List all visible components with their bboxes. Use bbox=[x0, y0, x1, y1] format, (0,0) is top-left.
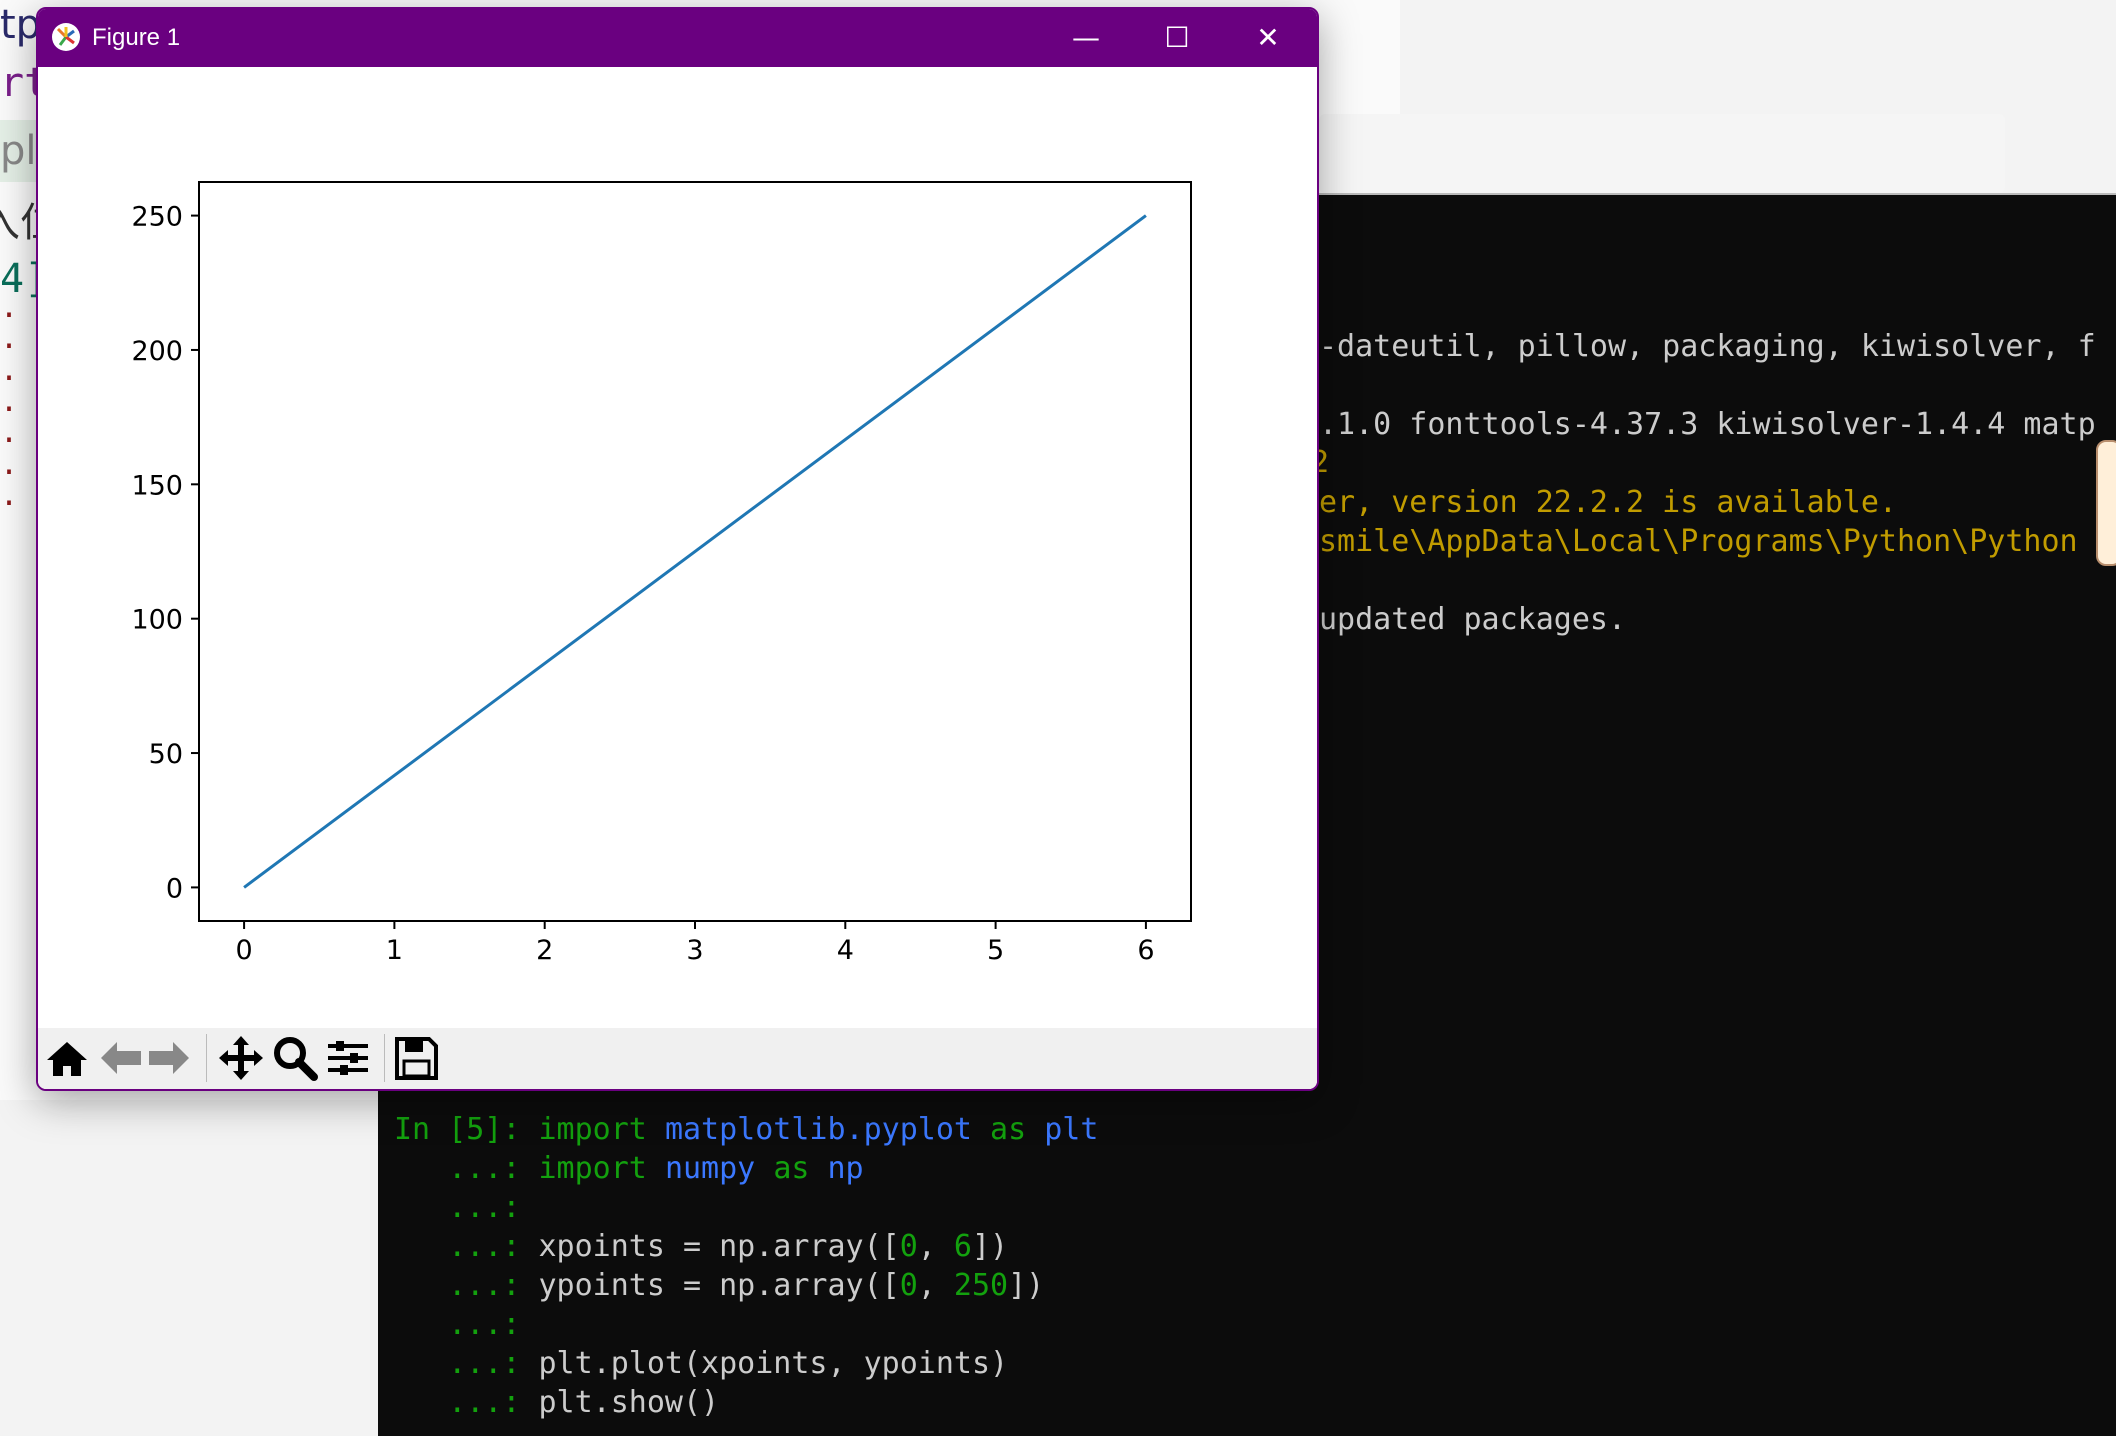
code: ]) bbox=[971, 1229, 1009, 1264]
terminal-output-line: smile\AppData\Local\Programs\Python\Pyth… bbox=[1319, 524, 2078, 559]
x-tick-label: 6 bbox=[1137, 935, 1154, 966]
number: 0 bbox=[899, 1229, 918, 1264]
forward-icon[interactable] bbox=[145, 1034, 193, 1082]
continuation-prompt: ...: bbox=[448, 1346, 521, 1381]
module: matplotlib.pyplot bbox=[664, 1112, 972, 1147]
keyword: as bbox=[990, 1112, 1027, 1147]
terminal-output-line: .1.0 fonttools-4.37.3 kiwisolver-1.4.4 m… bbox=[1319, 407, 2096, 442]
code: , bbox=[917, 1229, 954, 1264]
keyword: import bbox=[538, 1151, 647, 1186]
terminal-input-line: ...: plt.plot(xpoints, ypoints) bbox=[394, 1344, 1008, 1383]
close-button[interactable]: ✕ bbox=[1223, 9, 1313, 67]
code: xpoints = np.array([ bbox=[538, 1229, 900, 1264]
terminal-output-line: -dateutil, pillow, packaging, kiwisolver… bbox=[1319, 329, 2096, 364]
toolbar-separator bbox=[384, 1034, 385, 1082]
code: plt.show() bbox=[538, 1385, 720, 1420]
zoom-icon[interactable] bbox=[271, 1034, 319, 1082]
terminal-input-line: In [5]: import matplotlib.pyplot as plt bbox=[394, 1110, 1098, 1149]
x-tick-label: 4 bbox=[837, 935, 854, 966]
continuation-prompt: ...: bbox=[448, 1151, 521, 1186]
save-icon[interactable] bbox=[392, 1034, 440, 1082]
y-tick-label: 50 bbox=[149, 739, 183, 770]
back-icon[interactable] bbox=[97, 1034, 145, 1082]
terminal-output-line: er, version 22.2.2 is available. bbox=[1319, 485, 1897, 520]
y-tick-label: 150 bbox=[131, 470, 183, 501]
x-tick-label: 0 bbox=[235, 935, 252, 966]
pan-icon[interactable] bbox=[217, 1034, 265, 1082]
navigation-toolbar bbox=[38, 1028, 1317, 1089]
y-tick-label: 0 bbox=[166, 873, 183, 904]
terminal-input-line: ...: bbox=[394, 1305, 520, 1344]
window-title: Figure 1 bbox=[92, 24, 181, 51]
maximize-button[interactable]: ☐ bbox=[1132, 9, 1222, 67]
prompt: In [5]: bbox=[394, 1112, 521, 1147]
figure-canvas[interactable]: 0 1 2 3 4 5 6 0 50 100 150 200 250 bbox=[38, 67, 1317, 1028]
terminal-input-line: ...: bbox=[394, 1188, 520, 1227]
minimize-button[interactable]: — bbox=[1041, 9, 1131, 67]
x-tick-label: 3 bbox=[686, 935, 703, 966]
x-tick-label: 5 bbox=[987, 935, 1004, 966]
terminal-scrollbar-thumb[interactable] bbox=[2096, 440, 2116, 566]
code: ]) bbox=[1008, 1268, 1045, 1303]
code: , bbox=[917, 1268, 954, 1303]
alias: np bbox=[827, 1151, 864, 1186]
keyword: import bbox=[538, 1112, 647, 1147]
code: plt.plot(xpoints, ypoints) bbox=[538, 1346, 1009, 1381]
number: 6 bbox=[953, 1229, 972, 1264]
alias: plt bbox=[1044, 1112, 1099, 1147]
y-tick-label: 100 bbox=[131, 605, 183, 636]
continuation-prompt: ...: bbox=[448, 1385, 521, 1420]
continuation-prompt: ...: bbox=[448, 1268, 521, 1303]
terminal-input-line: ...: ypoints = np.array([0, 250]) bbox=[394, 1266, 1044, 1305]
figure-window: Figure 1 — ☐ ✕ 0 1 2 3 4 5 6 0 50 100 150 200 250 bbox=[36, 7, 1319, 1091]
toolbar-separator bbox=[206, 1034, 207, 1082]
terminal-output-line: 2 bbox=[1319, 445, 1330, 480]
background-text: tp bbox=[0, 2, 42, 48]
background-panel bbox=[1319, 114, 2005, 193]
terminal-output: -dateutil, pillow, packaging, kiwisolver… bbox=[1319, 193, 2116, 693]
code: ypoints = np.array([ bbox=[538, 1268, 900, 1303]
home-icon[interactable] bbox=[43, 1034, 91, 1082]
x-tick-label: 1 bbox=[386, 935, 403, 966]
y-tick-label: 200 bbox=[131, 336, 183, 367]
series-line bbox=[243, 214, 1147, 889]
title-bar[interactable]: Figure 1 — ☐ ✕ bbox=[38, 9, 1317, 67]
continuation-prompt: ...: bbox=[448, 1229, 521, 1264]
terminal-input-line: ...: plt.show() bbox=[394, 1383, 719, 1422]
continuation-prompt: ...: bbox=[448, 1190, 521, 1225]
number: 0 bbox=[899, 1268, 918, 1303]
terminal-input-line: ...: xpoints = np.array([0, 6]) bbox=[394, 1227, 1008, 1266]
module: numpy bbox=[664, 1151, 756, 1186]
terminal-output-line: updated packages. bbox=[1319, 602, 1627, 637]
y-tick-label: 250 bbox=[131, 202, 183, 233]
x-tick-label: 2 bbox=[536, 935, 553, 966]
number: 250 bbox=[953, 1268, 1009, 1303]
matplotlib-logo-icon bbox=[52, 23, 80, 51]
continuation-prompt: ...: bbox=[448, 1307, 521, 1342]
background-text: pl bbox=[0, 128, 37, 174]
subplots-icon[interactable] bbox=[324, 1034, 372, 1082]
keyword: as bbox=[773, 1151, 810, 1186]
terminal-input-line: ...: import numpy as np bbox=[394, 1149, 864, 1188]
